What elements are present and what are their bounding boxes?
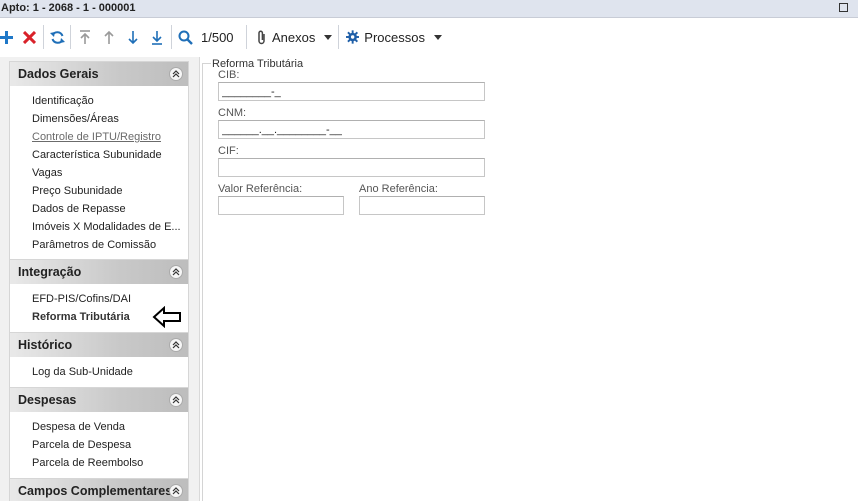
sidebar-item-parcela-despesa[interactable]: Parcela de Despesa — [32, 436, 188, 454]
panel-title: Integração — [18, 265, 82, 279]
refresh-icon — [49, 30, 65, 44]
maximize-icon[interactable] — [839, 3, 848, 12]
next-record-button[interactable] — [126, 27, 140, 47]
paperclip-icon — [258, 30, 265, 44]
cnm-label: CNM: — [218, 107, 247, 119]
panel-dados-gerais: Dados Gerais Identificação Dimensões/Áre… — [9, 61, 189, 261]
panel-despesas: Despesas Despesa de Venda Parcela de Des… — [9, 387, 189, 479]
last-record-button[interactable] — [150, 27, 164, 47]
toolbar-separator — [70, 25, 71, 49]
first-record-button[interactable] — [78, 27, 92, 47]
close-icon — [22, 30, 36, 44]
sidebar-item-parcela-reembolso[interactable]: Parcela de Reembolso — [32, 454, 188, 472]
panel-header-despesas[interactable]: Despesas — [10, 388, 188, 412]
window-title: Apto: 1 - 2068 - 1 - 000001 — [1, 2, 136, 14]
arrow-to-bottom-icon — [152, 30, 162, 45]
panel-title: Histórico — [18, 338, 73, 352]
chevron-down-icon — [434, 34, 442, 40]
previous-record-button[interactable] — [102, 27, 116, 47]
sidebar-item-dados-repasse[interactable]: Dados de Repasse — [32, 200, 188, 218]
sidebar-item-caracteristica-subunidade[interactable]: Característica Subunidade — [32, 146, 188, 164]
anexos-dropdown[interactable]: Anexos — [257, 27, 337, 47]
cif-label: CIF: — [218, 145, 239, 157]
collapse-icon[interactable] — [169, 67, 183, 81]
sidebar-item-log-sub-unidade[interactable]: Log da Sub-Unidade — [32, 363, 188, 381]
refresh-button[interactable] — [49, 27, 65, 47]
panel-header-integracao[interactable]: Integração — [10, 260, 188, 284]
collapse-icon[interactable] — [169, 338, 183, 352]
sidebar-item-despesa-venda[interactable]: Despesa de Venda — [32, 418, 188, 436]
fieldset-border — [202, 63, 212, 501]
sidebar-item-dimensoes-areas[interactable]: Dimensões/Áreas — [32, 110, 188, 128]
record-pager: 1/500 — [201, 30, 234, 45]
panel-title: Campos Complementares — [18, 484, 173, 498]
panel-campos-complementares: Campos Complementares — [9, 478, 189, 501]
processos-label: Processos — [364, 29, 425, 45]
toolbar-separator — [171, 25, 172, 49]
sidebar: Dados Gerais Identificação Dimensões/Áre… — [0, 57, 200, 501]
collapse-icon[interactable] — [169, 484, 183, 498]
panel-title: Despesas — [18, 393, 77, 407]
chevron-down-icon — [324, 34, 333, 40]
delete-button[interactable] — [22, 27, 36, 47]
arrow-left-icon — [152, 306, 181, 328]
sidebar-item-vagas[interactable]: Vagas — [32, 164, 188, 182]
valor-referencia-label: Valor Referência: — [218, 183, 303, 195]
toolbar-separator — [43, 25, 44, 49]
sidebar-item-parametros-comissao[interactable]: Parâmetros de Comissão — [32, 236, 188, 254]
collapse-icon[interactable] — [169, 265, 183, 279]
anexos-label: Anexos — [272, 29, 316, 45]
toolbar-separator — [338, 25, 339, 49]
cib-label: CIB: — [218, 69, 240, 81]
cif-input[interactable] — [218, 158, 485, 177]
panel-historico: Histórico Log da Sub-Unidade — [9, 332, 189, 388]
arrow-down-icon — [128, 30, 138, 44]
plus-icon — [0, 30, 13, 44]
processos-dropdown[interactable]: Processos — [346, 27, 442, 47]
sidebar-item-identificacao[interactable]: Identificação — [32, 92, 188, 110]
valor-referencia-input[interactable] — [218, 196, 344, 215]
collapse-icon[interactable] — [169, 393, 183, 407]
sidebar-item-controle-iptu[interactable]: Controle de IPTU/Registro — [32, 128, 188, 146]
add-button[interactable] — [0, 27, 13, 47]
panel-title: Dados Gerais — [18, 67, 99, 81]
toolbar-separator — [246, 25, 247, 49]
panel-header-dados-gerais[interactable]: Dados Gerais — [10, 62, 188, 86]
toolbar: 1/500 Anexos Processos — [0, 19, 858, 56]
arrow-to-top-icon — [80, 29, 90, 44]
panel-header-historico[interactable]: Histórico — [10, 333, 188, 357]
sidebar-item-imoveis-modalidades[interactable]: Imóveis X Modalidades de E... — [32, 218, 188, 236]
search-icon — [178, 30, 193, 45]
ano-referencia-input[interactable] — [359, 196, 485, 215]
cib-input[interactable] — [218, 82, 485, 101]
cnm-input[interactable] — [218, 120, 485, 139]
search-button[interactable] — [177, 27, 193, 47]
main-content: Reforma Tributária CIB: CNM: CIF: Valor … — [201, 57, 858, 501]
sidebar-item-preco-subunidade[interactable]: Preço Subunidade — [32, 182, 188, 200]
arrow-up-icon — [104, 30, 114, 44]
panel-header-campos-complementares[interactable]: Campos Complementares — [10, 479, 188, 501]
ano-referencia-label: Ano Referência: — [359, 183, 438, 195]
gear-icon — [346, 30, 360, 44]
window-titlebar: Apto: 1 - 2068 - 1 - 000001 — [0, 0, 858, 18]
